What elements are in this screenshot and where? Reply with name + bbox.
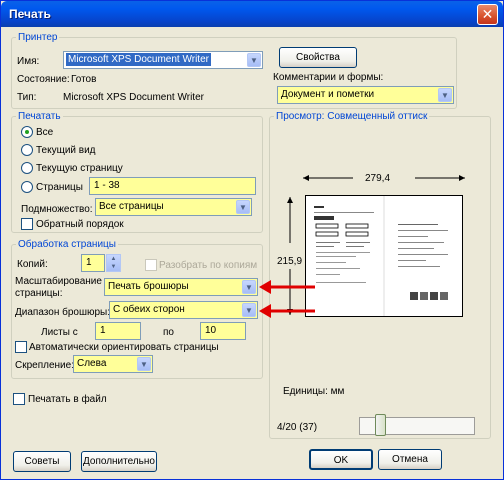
cancel-button[interactable]: Отмена	[378, 449, 442, 470]
subset-label: Подмножество:	[21, 204, 93, 215]
binding-select[interactable]: Слева ▼	[73, 355, 153, 373]
scaling-label-line1: Масштабирование	[15, 276, 102, 287]
binding-label: Скрепление:	[15, 360, 74, 371]
radio-current-page[interactable]	[21, 162, 33, 174]
collate-checkbox[interactable]	[145, 259, 157, 271]
copies-spinner[interactable]: ▲ ▼	[106, 254, 121, 272]
advanced-button[interactable]: Дополнительно	[81, 451, 157, 472]
radio-pages-label: Страницы	[36, 182, 83, 193]
auto-rotate-label: Автоматически ориентировать страницы	[29, 342, 219, 353]
preview-page-content	[314, 196, 448, 316]
close-icon: ✕	[481, 6, 494, 22]
preview-height-value: 215,9	[277, 256, 303, 267]
chevron-down-icon[interactable]: ▼	[137, 357, 151, 371]
reverse-order-label: Обратный порядок	[36, 219, 124, 230]
print-dialog: Печать ✕ Принтер Имя: Microsoft XPS Docu…	[0, 0, 504, 480]
spin-down-icon[interactable]: ▼	[107, 263, 120, 271]
chevron-down-icon[interactable]: ▼	[242, 303, 256, 317]
comments-forms-select[interactable]: Документ и пометки ▼	[277, 86, 454, 104]
print-to-file-checkbox[interactable]	[13, 393, 25, 405]
copies-input[interactable]: 1	[81, 254, 105, 272]
auto-rotate-checkbox[interactable]	[15, 341, 27, 353]
tips-button[interactable]: Советы	[13, 451, 71, 472]
preview-width-value: 279,4	[365, 173, 391, 184]
printer-status-label: Состояние:	[17, 74, 70, 85]
pages-range-value: 1 - 38	[94, 180, 120, 191]
sheets-to-label: по	[163, 327, 174, 338]
radio-current-view[interactable]	[21, 144, 33, 156]
radio-all[interactable]	[21, 126, 33, 138]
print-to-file-label: Печатать в файл	[28, 394, 107, 405]
subset-select[interactable]: Все страницы ▼	[95, 198, 252, 216]
scaling-label-line2: страницы:	[15, 288, 63, 299]
printer-name-value: Microsoft XPS Document Writer	[66, 53, 211, 66]
chevron-down-icon[interactable]: ▼	[236, 200, 250, 214]
printer-type-value: Microsoft XPS Document Writer	[63, 92, 204, 103]
radio-all-label: Все	[36, 127, 54, 138]
booklet-range-value: С обеих сторон	[113, 304, 185, 315]
copies-value: 1	[86, 257, 92, 268]
print-range-legend: Печатать	[18, 111, 61, 122]
booklet-range-select[interactable]: С обеих сторон ▼	[109, 301, 258, 319]
collate-label: Разобрать по копиям	[159, 260, 258, 271]
close-button[interactable]: ✕	[477, 4, 498, 25]
page-counter: 4/20 (37)	[277, 422, 318, 433]
properties-button[interactable]: Свойства	[279, 47, 357, 68]
sheets-from-label: Листы с	[41, 327, 78, 338]
printer-status-value: Готов	[71, 74, 97, 85]
comments-forms-value: Документ и пометки	[281, 89, 375, 100]
window-title: Печать	[9, 7, 51, 21]
sheets-from-value: 1	[100, 325, 106, 336]
printer-name-select[interactable]: Microsoft XPS Document Writer ▼	[63, 51, 263, 69]
comments-label: Комментарии и формы:	[273, 72, 384, 83]
spin-up-icon[interactable]: ▲	[107, 255, 120, 263]
chevron-down-icon[interactable]: ▼	[247, 53, 261, 67]
booklet-range-label: Диапазон брошюры:	[15, 307, 111, 318]
sheets-to-value: 10	[205, 325, 217, 336]
pages-range-input[interactable]: 1 - 38	[89, 177, 256, 195]
printer-type-label: Тип:	[17, 92, 37, 103]
preview-legend: Просмотр: Совмещенный оттиск	[276, 111, 428, 122]
binding-value: Слева	[77, 358, 107, 369]
radio-current-page-label: Текущую страницу	[36, 163, 123, 174]
annotation-arrows	[259, 280, 315, 318]
sheets-to-input[interactable]: 10	[200, 322, 246, 340]
page-scaling-select[interactable]: Печать брошюры ▼	[104, 278, 258, 296]
units-label: Единицы: мм	[283, 386, 345, 397]
page-handling-legend: Обработка страницы	[18, 239, 116, 250]
preview-page-image	[305, 195, 463, 317]
printer-group-legend: Принтер	[18, 32, 58, 43]
title-bar[interactable]: Печать ✕	[1, 1, 503, 27]
reverse-order-checkbox[interactable]	[21, 218, 33, 230]
radio-pages[interactable]	[21, 181, 33, 193]
chevron-down-icon[interactable]: ▼	[438, 88, 452, 102]
page-slider-thumb[interactable]	[375, 414, 386, 436]
subset-value: Все страницы	[99, 201, 164, 212]
radio-current-view-label: Текущий вид	[36, 145, 96, 156]
printer-name-label: Имя:	[17, 56, 40, 67]
chevron-down-icon[interactable]: ▼	[242, 280, 256, 294]
page-scaling-value: Печать брошюры	[108, 281, 189, 292]
sheets-from-input[interactable]: 1	[95, 322, 141, 340]
copies-label: Копий:	[17, 259, 48, 270]
ok-button[interactable]: OK	[309, 449, 373, 470]
